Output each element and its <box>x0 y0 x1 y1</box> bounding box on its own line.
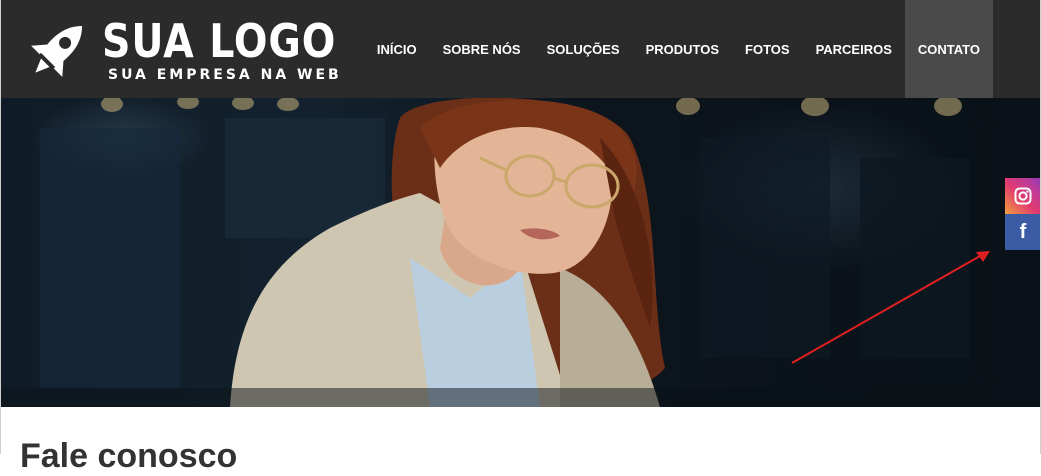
site-header: SUA LOGO SUA EMPRESA NA WEB INÍCIO SOBRE… <box>0 0 1041 98</box>
nav-item-solucoes[interactable]: SOLUÇÕES <box>534 0 633 98</box>
rocket-icon <box>31 25 83 77</box>
nav-item-inicio[interactable]: INÍCIO <box>364 0 430 98</box>
nav-item-produtos[interactable]: PRODUTOS <box>633 0 732 98</box>
nav-item-parceiros[interactable]: PARCEIROS <box>803 0 905 98</box>
facebook-button[interactable]: f <box>1005 214 1041 250</box>
nav-item-fotos[interactable]: FOTOS <box>732 0 803 98</box>
main-nav: INÍCIO SOBRE NÓS SOLUÇÕES PRODUTOS FOTOS… <box>364 0 993 98</box>
nav-item-sobre-nos[interactable]: SOBRE NÓS <box>430 0 534 98</box>
instagram-button[interactable] <box>1005 178 1041 214</box>
hero-banner <box>0 98 1041 407</box>
logo-tagline: SUA EMPRESA NA WEB <box>108 67 342 83</box>
hero-photo <box>0 98 1041 407</box>
facebook-icon: f <box>1019 220 1027 243</box>
nav-item-contato[interactable]: CONTATO <box>904 0 993 98</box>
logo-title: SUA LOGO <box>102 14 337 68</box>
site-logo[interactable]: SUA LOGO SUA EMPRESA NA WEB <box>22 12 339 88</box>
section-heading: Fale conosco <box>20 437 238 475</box>
instagram-icon <box>1014 187 1032 205</box>
